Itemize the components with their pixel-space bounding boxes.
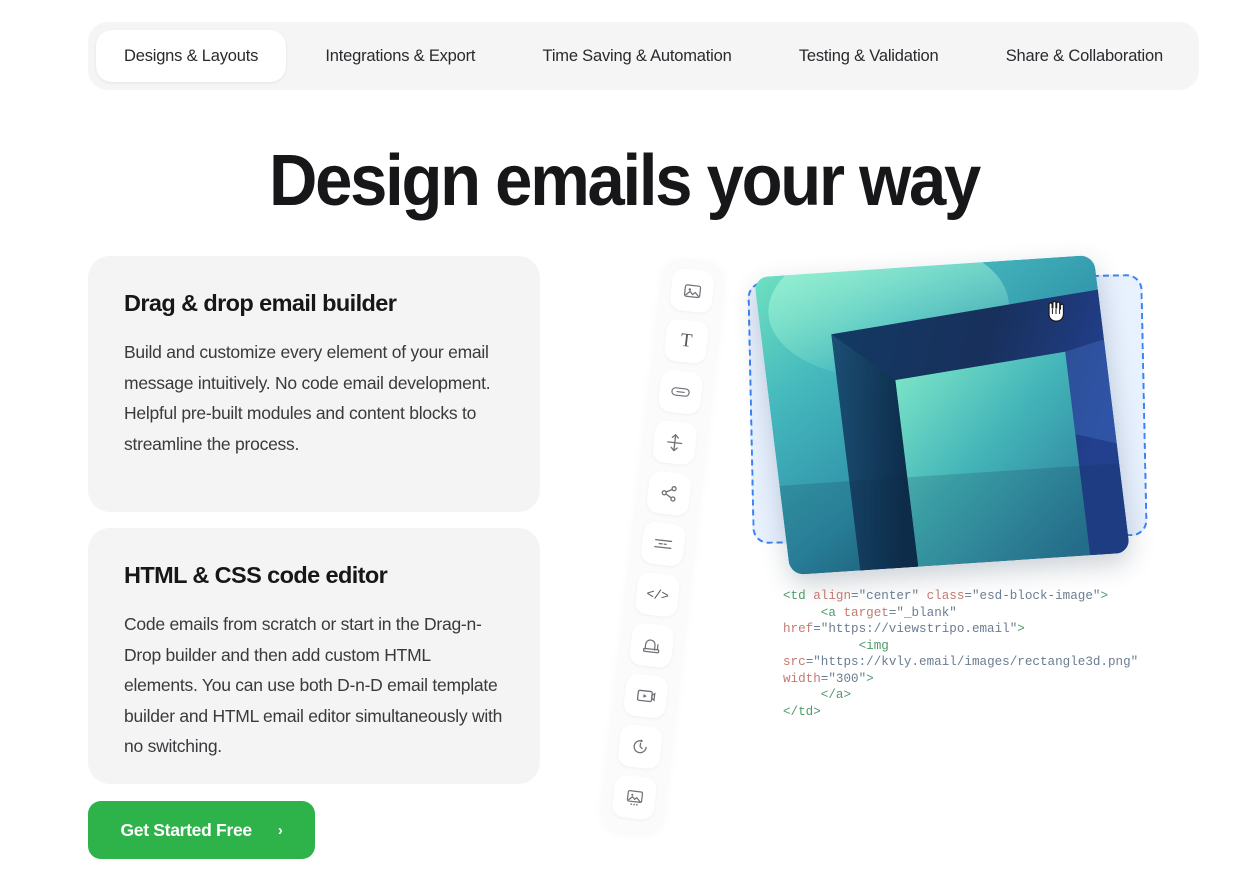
- code-token: ="https://viewstripo.email": [813, 622, 1018, 636]
- dragged-3d-image[interactable]: [753, 254, 1131, 576]
- code-line: <td align="center" class="esd-block-imag…: [783, 588, 1173, 605]
- code-token: href: [783, 622, 814, 636]
- code-token: class: [926, 589, 965, 603]
- social-share-block-icon[interactable]: [645, 470, 693, 517]
- tab-testing-validation[interactable]: Testing & Validation: [771, 30, 967, 82]
- feature-card-body: Build and customize every element of you…: [124, 342, 491, 454]
- code-token: src: [783, 655, 806, 669]
- tab-time-saving-automation[interactable]: Time Saving & Automation: [515, 30, 760, 82]
- feature-card-title: HTML & CSS code editor: [124, 562, 388, 588]
- code-token: ="https://kvly.email/images/rectangle3d.…: [805, 655, 1146, 669]
- cta-label: Get Started Free: [120, 819, 252, 840]
- spacer-block-icon[interactable]: [651, 419, 699, 466]
- banner-block-icon[interactable]: [628, 622, 675, 669]
- text-glyph: T: [679, 329, 694, 352]
- code-token: <td: [783, 589, 814, 603]
- video-block-icon[interactable]: [622, 672, 670, 720]
- code-token: </a>: [783, 688, 852, 702]
- code-token: ="center": [851, 589, 927, 603]
- html-code-block-icon[interactable]: </>: [634, 571, 681, 618]
- tab-designs-layouts[interactable]: Designs & Layouts: [96, 30, 287, 82]
- grab-hand-cursor-icon: [1045, 298, 1067, 324]
- code-line: <a target="_blank" href="https://viewstr…: [783, 605, 1173, 638]
- code-token: <img: [783, 638, 897, 653]
- carousel-block-icon[interactable]: [611, 774, 658, 821]
- code-token: width: [783, 671, 821, 686]
- code-line: </a>: [783, 687, 1173, 704]
- builder-block-toolbar: T </>: [599, 256, 727, 836]
- button-block-icon[interactable]: [657, 368, 704, 416]
- feature-card-body: Code emails from scratch or start in the…: [124, 614, 503, 756]
- code-token: </td>: [783, 704, 821, 719]
- code-line: </td>: [783, 704, 1173, 721]
- code-line: <img src="https://kvly.email/images/rect…: [783, 638, 1173, 688]
- code-token: align: [813, 589, 852, 603]
- feature-card-drag-drop: Drag & drop email builder Build and cust…: [88, 256, 540, 512]
- feature-card-code-editor: HTML & CSS code editor Code emails from …: [88, 528, 540, 784]
- code-token: ="300": [820, 671, 867, 686]
- page-title: Design emails your way: [268, 141, 981, 221]
- timer-block-icon[interactable]: [616, 723, 664, 770]
- feature-tab-bar: Designs & Layouts Integrations & Export …: [88, 22, 1199, 90]
- image-block-icon[interactable]: [668, 267, 716, 314]
- get-started-free-button[interactable]: Get Started Free ›: [88, 801, 315, 859]
- tab-integrations-export[interactable]: Integrations & Export: [297, 30, 503, 82]
- landing-page-section: Designs & Layouts Integrations & Export …: [0, 0, 1248, 886]
- code-token: ="esd-block-image": [964, 589, 1101, 603]
- divider-block-icon[interactable]: [639, 520, 687, 568]
- code-token: >: [1017, 622, 1025, 636]
- code-token: <a: [783, 605, 844, 620]
- code-token: target: [843, 605, 889, 620]
- code-token: ="_blank": [888, 605, 965, 620]
- code-token: >: [866, 671, 874, 686]
- code-token: >: [1100, 589, 1109, 603]
- tab-share-collaboration[interactable]: Share & Collaboration: [978, 30, 1191, 82]
- code-glyph: </>: [645, 585, 670, 604]
- html-code-snippet: <td align="center" class="esd-block-imag…: [783, 588, 1173, 720]
- text-block-icon[interactable]: T: [663, 318, 710, 365]
- feature-card-title: Drag & drop email builder: [124, 290, 397, 316]
- email-builder-preview: T </> <td align="center" class="esd-bloc…: [599, 250, 1200, 836]
- chevron-right-icon: ›: [277, 821, 283, 839]
